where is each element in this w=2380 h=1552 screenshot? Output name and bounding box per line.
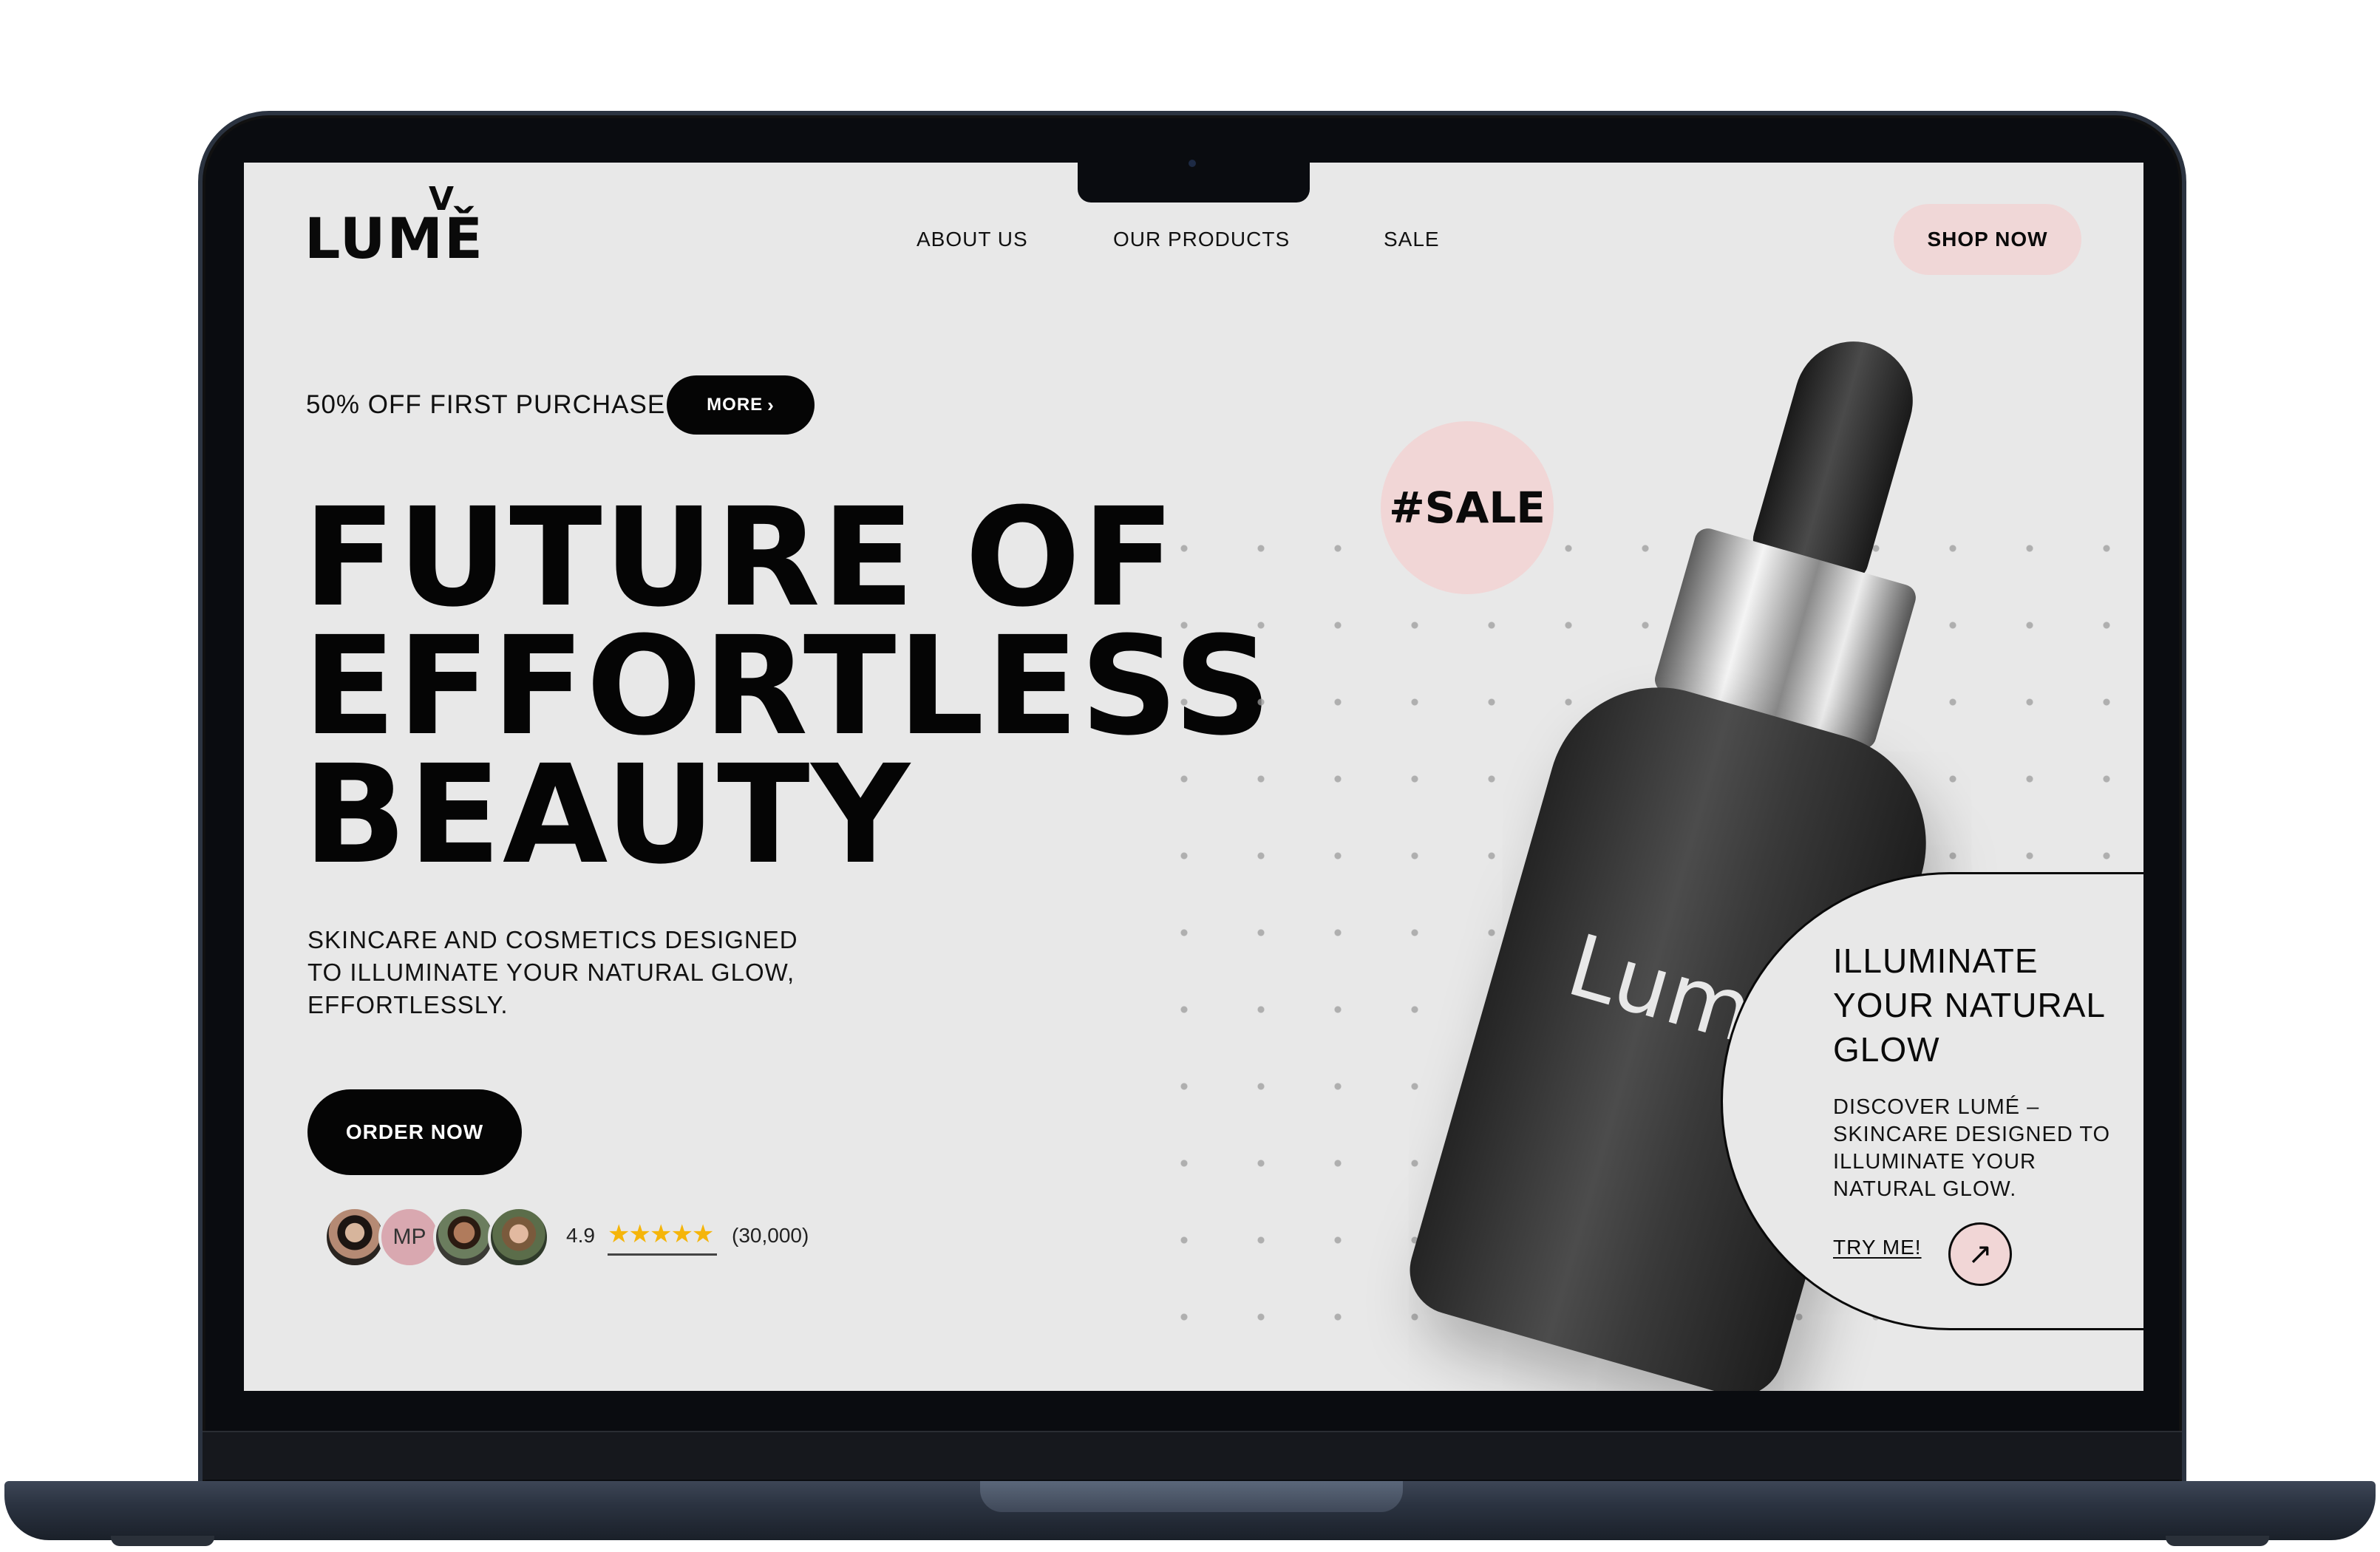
customer-avatars: MP: [324, 1206, 560, 1268]
laptop-foot-right: [2166, 1536, 2269, 1546]
star-rating-icon[interactable]: ★★★★★: [608, 1219, 714, 1249]
try-me-link[interactable]: TRY ME!: [1833, 1236, 1922, 1259]
card-title: ILLUMINATE YOUR NATURAL GLOW: [1833, 942, 2105, 1069]
avatar: [433, 1206, 495, 1268]
nav-about-us[interactable]: ABOUT US: [917, 228, 1028, 251]
shop-now-button[interactable]: SHOP NOW: [1894, 204, 2081, 275]
promo-text: 50% OFF FIRST PURCHASE: [306, 390, 666, 419]
laptop-opening-groove: [980, 1481, 1403, 1512]
more-button-label: MORE: [707, 395, 764, 415]
logo-mark: V: [429, 180, 456, 218]
avatar: [324, 1206, 386, 1268]
camera-notch: [1078, 160, 1310, 202]
avatar-initials: MP: [378, 1206, 441, 1268]
order-now-button[interactable]: ORDER NOW: [307, 1089, 522, 1175]
hero-subtitle: SKINCARE AND COSMETICS DESIGNED TO ILLUM…: [307, 926, 798, 1018]
hero-title-line-1: FUTURE OF: [303, 479, 1177, 637]
hero-title-line-2: EFFORTLESS: [303, 607, 1274, 766]
more-button[interactable]: MORE ›: [667, 375, 815, 435]
hero-title: FUTURE OF EFFORTLESS BEAUTY: [303, 479, 1274, 894]
laptop-foot-left: [111, 1536, 214, 1546]
nav-our-products[interactable]: OUR PRODUCTS: [1113, 228, 1290, 251]
chevron-right-icon: ›: [767, 393, 775, 416]
logo-text: LUMĚ: [305, 205, 484, 271]
website-screen: LUMĚ V ABOUT US OUR PRODUCTS SALE SHOP N…: [244, 163, 2143, 1391]
card-body: DISCOVER LUMÉ – SKINCARE DESIGNED TO ILL…: [1833, 1095, 2111, 1201]
avatar: [488, 1206, 550, 1268]
sale-badge[interactable]: #SALE: [1381, 421, 1554, 594]
nav-sale[interactable]: SALE: [1384, 228, 1440, 251]
review-count: (30,000): [732, 1224, 809, 1247]
site-logo[interactable]: LUMĚ V: [305, 180, 484, 271]
hero-title-line-3: BEAUTY: [303, 736, 911, 894]
arrow-up-right-icon[interactable]: ↗: [1948, 1222, 2012, 1286]
stars-underline: [608, 1253, 717, 1256]
laptop-chin: [203, 1431, 2182, 1480]
camera-icon: [1189, 160, 1196, 167]
rating-value: 4.9: [566, 1224, 595, 1247]
